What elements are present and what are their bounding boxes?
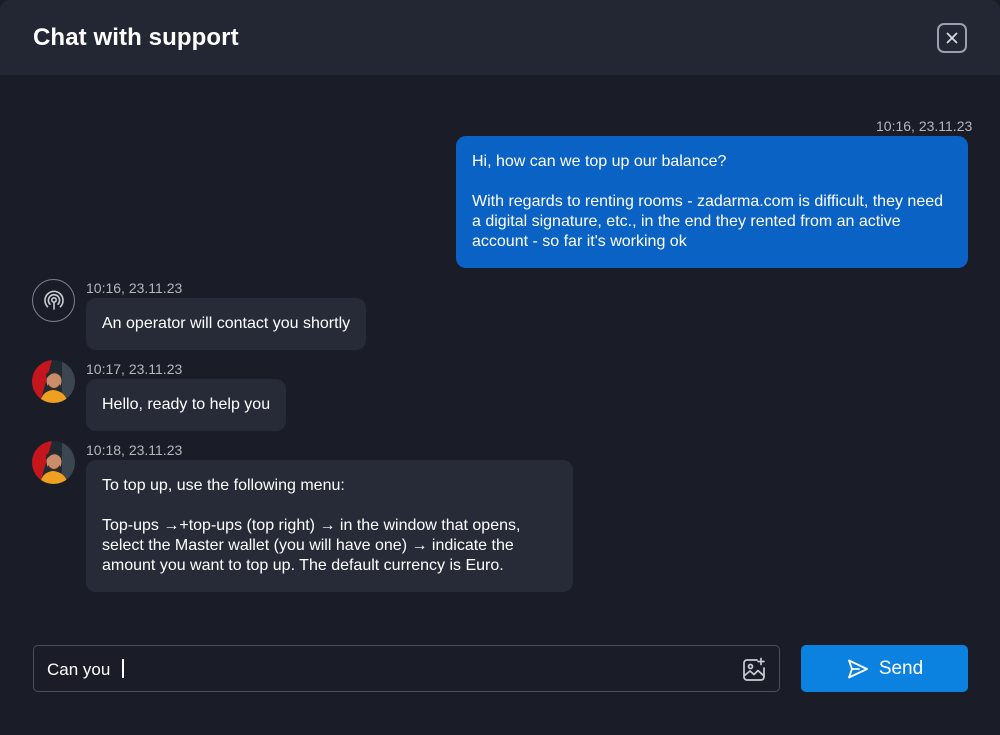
text-caret: [122, 659, 125, 678]
outgoing-message-bubble: Hi, how can we top up our balance? With …: [456, 136, 968, 268]
operator-avatar: [32, 360, 75, 403]
bot-avatar: [32, 279, 75, 322]
operator-avatar-image: [32, 360, 75, 403]
message-timestamp: 10:17, 23.11.23: [86, 361, 183, 377]
operator-avatar-image: [32, 441, 75, 484]
incoming-message-bubble: An operator will contact you shortly: [86, 298, 367, 350]
message-text: With regards to renting rooms - zadarma.…: [472, 193, 944, 250]
message-timestamp: 10:18, 23.11.23: [86, 442, 183, 458]
message-timestamp: 10:16, 23.11.23: [86, 280, 183, 296]
message-timestamp: 10:16, 23.11.23: [876, 118, 973, 134]
incoming-message-bubble: Hello, ready to help you: [86, 379, 287, 431]
message-text: To top up, use the following menu:: [102, 477, 345, 494]
close-button[interactable]: [937, 23, 967, 53]
send-button-label: Send: [878, 657, 924, 679]
operator-avatar: [32, 441, 75, 484]
chat-dialog: Chat with support 10:16, 23.11.23 Hi, ho…: [0, 0, 1000, 735]
image-add-icon: [743, 657, 765, 681]
attach-image-button[interactable]: [740, 656, 768, 684]
incoming-message-bubble: To top up, use the following menu: Top-u…: [86, 460, 573, 592]
message-input-value[interactable]: Can you: [47, 659, 125, 680]
bot-broadcast-icon: [43, 290, 64, 310]
send-button[interactable]: Send: [801, 645, 968, 692]
dialog-header: Chat with support: [0, 0, 1000, 75]
message-list[interactable]: 10:16, 23.11.23 Hi, how can we top up ou…: [0, 75, 1000, 635]
message-text: Hello, ready to help you: [102, 396, 271, 413]
message-input-field[interactable]: Can you: [33, 645, 780, 692]
message-text: An operator will contact you shortly: [102, 315, 351, 332]
send-icon: [847, 659, 868, 678]
dialog-title: Chat with support: [33, 24, 239, 51]
message-input-text: Can you: [47, 660, 116, 679]
message-text: Hi, how can we top up our balance?: [472, 153, 727, 170]
message-text: Top-ups →+top-ups (top right) → in the w…: [102, 517, 521, 574]
close-icon: [946, 32, 958, 44]
